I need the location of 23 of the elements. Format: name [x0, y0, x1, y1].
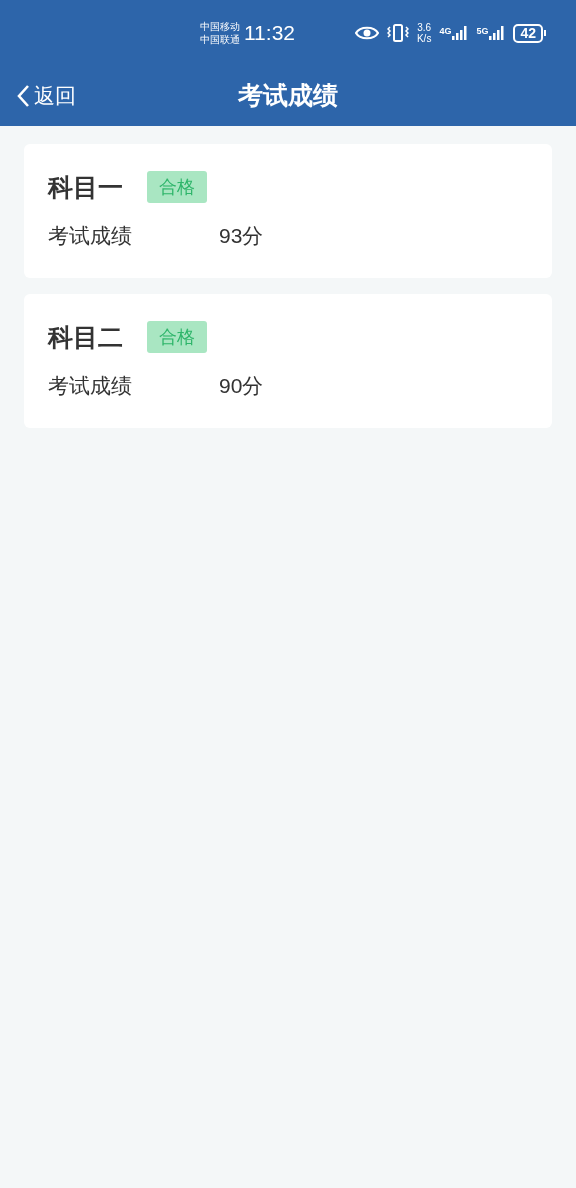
eye-icon — [354, 25, 379, 41]
network-type: 5G — [476, 26, 489, 36]
status-time: 11:32 — [244, 20, 295, 47]
signal-icon — [489, 26, 506, 40]
back-icon — [16, 84, 30, 108]
score-label: 考试成绩 — [48, 223, 133, 249]
carrier-name: 中国联通 — [200, 33, 240, 46]
subject-title: 科目二 — [48, 322, 123, 353]
pass-badge: 合格 — [147, 171, 207, 203]
network-type: 4G — [439, 26, 452, 36]
score-value: 93分 — [219, 223, 264, 249]
score-value: 90分 — [219, 373, 264, 399]
page-title: 考试成绩 — [238, 80, 338, 112]
network-speed: 3.6 — [417, 22, 432, 33]
subject-title: 科目一 — [48, 172, 123, 203]
signal-icon — [452, 26, 469, 40]
back-button[interactable]: 返回 — [0, 80, 76, 112]
score-label: 考试成绩 — [48, 373, 133, 399]
battery-indicator: 42 — [513, 23, 543, 43]
pass-badge: 合格 — [147, 321, 207, 353]
vibrate-icon — [386, 24, 409, 42]
network-speed-unit: K/s — [416, 33, 432, 44]
carrier-name: 中国移动 — [200, 20, 240, 33]
